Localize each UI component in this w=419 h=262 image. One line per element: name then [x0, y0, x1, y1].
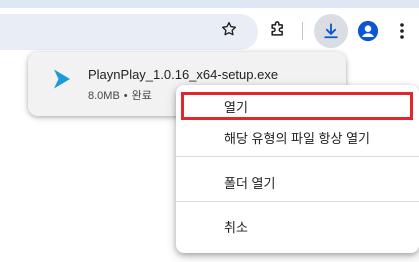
- download-filename: PlaynPlay_1.0.16_x64-setup.exe: [88, 67, 279, 82]
- highlight-box: [181, 92, 413, 120]
- menu-item-always-open-label: 해당 유형의 파일 항상 열기: [224, 130, 371, 146]
- downloads-button[interactable]: [314, 14, 348, 48]
- extensions-button[interactable]: [265, 16, 291, 42]
- menu-separator: [176, 201, 419, 202]
- status-separator: •: [123, 90, 128, 102]
- download-arrow-icon: [324, 23, 338, 39]
- three-dots-vertical-icon: [400, 23, 404, 39]
- menu-item-always-open[interactable]: 해당 유형의 파일 항상 열기: [176, 123, 419, 151]
- person-icon: [357, 20, 379, 42]
- download-state: 완료: [131, 90, 152, 102]
- download-context-menu: 열기 해당 유형의 파일 항상 열기 폴더 열기 취소: [176, 85, 419, 253]
- download-status: 8.0MB • 완료: [88, 87, 152, 103]
- star-outline-icon: [221, 21, 237, 36]
- menu-separator: [176, 156, 419, 157]
- download-size: 8.0MB: [88, 90, 120, 102]
- menu-item-cancel[interactable]: 취소: [176, 212, 419, 240]
- menu-item-show-in-folder[interactable]: 폴더 열기: [176, 168, 419, 196]
- browser-toolbar: [0, 8, 419, 58]
- tab-strip: [0, 0, 419, 8]
- menu-item-show-in-folder-label: 폴더 열기: [224, 175, 276, 191]
- play-triangle-icon: [54, 69, 70, 89]
- profile-button[interactable]: [356, 19, 380, 43]
- menu-item-cancel-label: 취소: [224, 219, 248, 235]
- menu-item-open[interactable]: 열기: [176, 92, 419, 120]
- browser-window: PlaynPlay_1.0.16_x64-setup.exe 8.0MB • 완료 …: [0, 0, 419, 262]
- toolbar-divider: [302, 22, 303, 40]
- browser-menu-button[interactable]: [392, 19, 412, 43]
- bookmark-button[interactable]: [218, 18, 240, 40]
- puzzle-piece-icon: [271, 21, 283, 36]
